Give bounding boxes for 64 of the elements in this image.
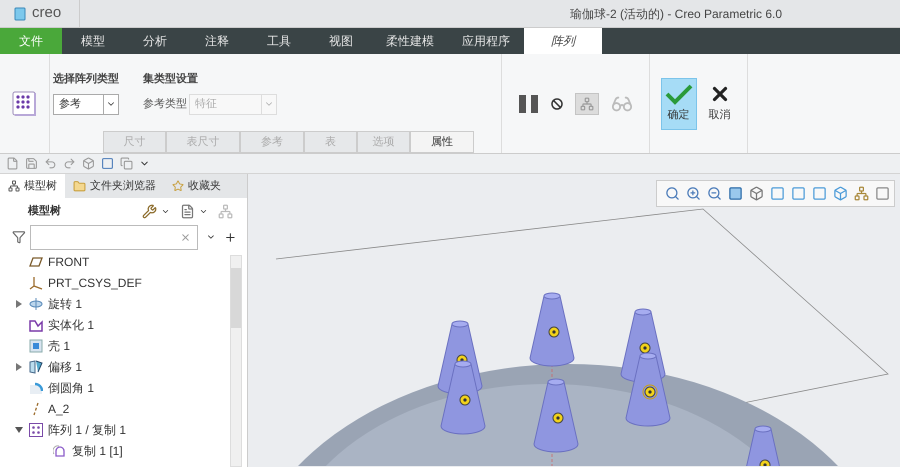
- menu-tab[interactable]: 注释: [186, 28, 248, 54]
- menu-tab[interactable]: 视图: [310, 28, 372, 54]
- tree-item[interactable]: 阵列 1 / 复制 1: [48, 420, 126, 438]
- group-label: 选择阵列类型: [53, 72, 119, 87]
- panel-tab[interactable]: 模型树: [0, 174, 65, 198]
- tree-item[interactable]: 倒圆角 1: [48, 378, 94, 396]
- tree-item[interactable]: FRONT: [48, 252, 90, 270]
- plane-icon: [29, 254, 43, 268]
- show-icon[interactable]: [180, 204, 195, 218]
- tree-item[interactable]: 旋转 1: [48, 294, 82, 312]
- revolve-icon: [29, 296, 43, 310]
- panel-title: 模型树: [28, 204, 62, 219]
- group-label: 集类型设置: [143, 72, 199, 87]
- search-field[interactable]: [30, 224, 198, 250]
- tree-item[interactable]: 壳 1: [48, 336, 70, 354]
- settings-icon[interactable]: [142, 204, 157, 218]
- expand-arrow-icon[interactable]: [15, 362, 23, 370]
- menu-tab[interactable]: 工具: [248, 28, 310, 54]
- zoom-out-icon[interactable]: [707, 186, 722, 201]
- zoom-in-icon[interactable]: [686, 186, 701, 201]
- ok-button[interactable]: 确定: [660, 78, 696, 130]
- tree-item[interactable]: A_2: [48, 400, 70, 418]
- add-icon[interactable]: [224, 230, 237, 244]
- folder-icon: [73, 180, 86, 192]
- redo-icon[interactable]: [63, 157, 76, 170]
- save-icon[interactable]: [25, 157, 38, 170]
- tree-item[interactable]: 实体化 1: [48, 316, 94, 334]
- logo-icon: [14, 6, 26, 20]
- zoom-fit-icon[interactable]: [665, 186, 680, 201]
- menu-tab[interactable]: 分析: [124, 28, 186, 54]
- app-logo: creo: [32, 3, 62, 24]
- star-icon: [172, 180, 184, 192]
- undo-icon[interactable]: [44, 157, 57, 170]
- menu-tab[interactable]: 柔性建模: [372, 28, 448, 54]
- clear-icon[interactable]: [180, 232, 192, 242]
- window-title: 瑜伽球-2 (活动的) - Creo Parametric 6.0: [570, 6, 782, 22]
- coordinate-system-icon: [29, 276, 43, 290]
- field-label: 参考类型: [143, 96, 187, 112]
- tree-icon: [8, 180, 20, 192]
- expand-arrow-icon[interactable]: [15, 300, 23, 308]
- sub-tab[interactable]: 属性: [410, 131, 474, 153]
- offset-icon: [29, 360, 43, 374]
- scrollbar[interactable]: [230, 255, 242, 467]
- pattern-icon: [29, 422, 43, 436]
- filter-icon[interactable]: [12, 230, 26, 244]
- menu-tab[interactable]: 应用程序: [448, 28, 524, 54]
- solidify-icon: [29, 318, 43, 332]
- menu-tab[interactable]: 阵列: [524, 28, 602, 54]
- pause-icon[interactable]: [518, 94, 538, 114]
- cancel-button[interactable]: 取消: [702, 78, 736, 130]
- pattern-type-dropdown[interactable]: 参考: [53, 94, 119, 114]
- pattern-icon: [12, 90, 38, 116]
- round-icon: [29, 380, 43, 394]
- new-file-icon[interactable]: [6, 157, 19, 170]
- copy-feature-icon: [53, 444, 67, 458]
- collapse-arrow-icon[interactable]: [15, 426, 23, 434]
- tree-item[interactable]: 复制 1 [1]: [72, 442, 123, 460]
- menu-tab[interactable]: 模型: [62, 28, 124, 54]
- copy-icon[interactable]: [120, 157, 133, 170]
- checkmark-icon: [664, 83, 692, 106]
- tree-item[interactable]: 偏移 1: [48, 358, 82, 376]
- tree-item[interactable]: PRT_CSYS_DEF: [48, 274, 142, 292]
- shell-icon: [29, 338, 43, 352]
- no-preview-icon[interactable]: [550, 98, 562, 110]
